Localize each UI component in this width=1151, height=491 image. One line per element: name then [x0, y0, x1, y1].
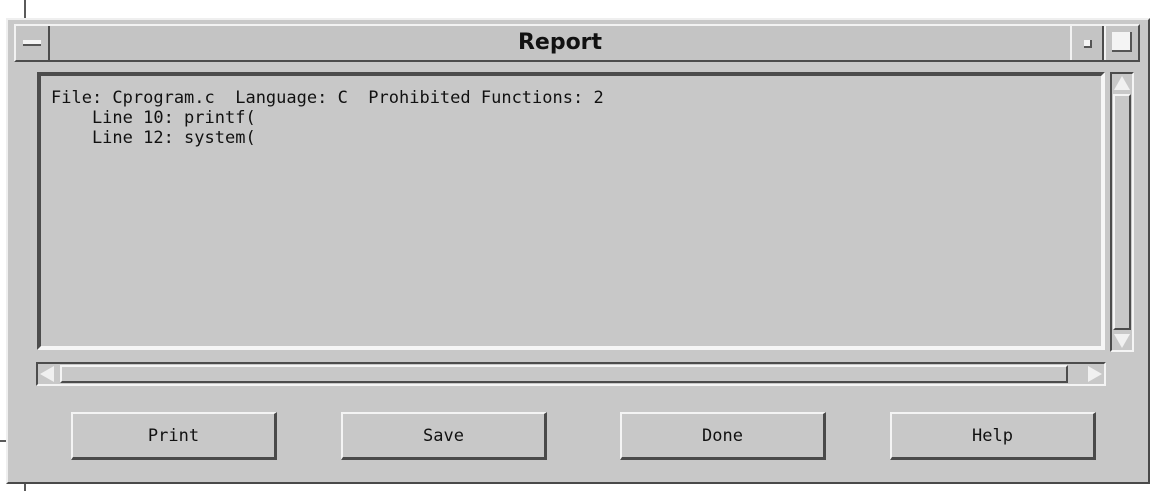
window-menu-button[interactable]: [16, 26, 50, 60]
minimize-icon: [1084, 40, 1092, 48]
arrow-right-icon[interactable]: [1088, 366, 1102, 382]
window-menu-icon: [23, 40, 41, 46]
report-window: Report File: Cprogram.c Language: C Proh…: [6, 18, 1150, 484]
maximize-icon: [1112, 32, 1132, 52]
frame-guide-top-left: [24, 0, 26, 18]
done-button[interactable]: Done: [620, 412, 826, 460]
print-button[interactable]: Print: [71, 412, 277, 460]
report-text: File: Cprogram.c Language: C Prohibited …: [51, 88, 604, 148]
report-text-area[interactable]: File: Cprogram.c Language: C Prohibited …: [37, 72, 1105, 350]
help-button[interactable]: Help: [890, 412, 1096, 460]
title-bar[interactable]: Report: [14, 24, 1140, 62]
minimize-button[interactable]: [1070, 26, 1104, 60]
maximize-button[interactable]: [1104, 26, 1138, 60]
arrow-left-icon[interactable]: [40, 366, 54, 382]
horizontal-scroll-thumb[interactable]: [60, 365, 1068, 383]
arrow-down-icon[interactable]: [1114, 334, 1130, 348]
window-title: Report: [517, 30, 603, 55]
frame-guide-bottom-left: [24, 484, 26, 491]
vertical-scroll-thumb[interactable]: [1113, 94, 1131, 330]
arrow-up-icon[interactable]: [1114, 76, 1130, 90]
vertical-scrollbar[interactable]: [1110, 72, 1134, 352]
save-button[interactable]: Save: [341, 412, 547, 460]
horizontal-scrollbar[interactable]: [36, 362, 1106, 386]
